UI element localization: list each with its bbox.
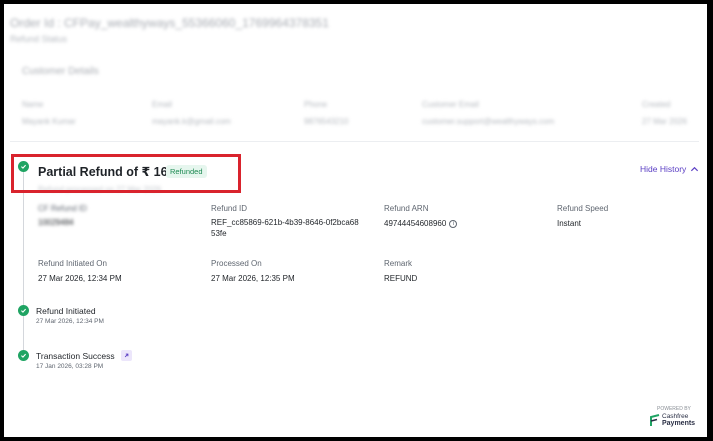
cashfree-logo-icon (650, 413, 660, 426)
hide-history-button[interactable]: Hide History (640, 164, 699, 174)
field-label-refund-speed: Refund Speed (557, 204, 609, 213)
field-value-refund-id: REF_cc85869-621b-4b39-8646-0f2bca6853fe (211, 218, 359, 238)
timeline-event-title: Refund Initiated (36, 306, 96, 316)
customer-value: Mayank Kumar (22, 117, 76, 126)
field-value-remark: REFUND (384, 274, 418, 283)
field-label-processed-on: Processed On (211, 259, 262, 268)
check-circle-icon (18, 350, 29, 361)
chevron-up-icon (691, 166, 699, 171)
refund-details-panel: Order Id : CFPay_wealthyways_55366060_17… (4, 4, 707, 437)
timeline-line (23, 172, 24, 358)
customer-value: 27 Mar 2026 (642, 117, 687, 126)
order-subtitle: Refund Status (10, 34, 68, 44)
customer-header: Customer Email (422, 100, 479, 109)
brand-line-2: Payments (662, 420, 696, 427)
customer-value: 9876543210 (304, 117, 349, 126)
cashfree-logo: Cashfree Payments (650, 413, 695, 427)
cashfree-logo-text: Cashfree Payments (662, 413, 695, 427)
field-label-refund-id: Refund ID (211, 204, 248, 213)
customer-header: Email (152, 100, 173, 109)
section-divider (10, 141, 699, 142)
customer-value: mayank.k@gmail.com (152, 117, 231, 126)
external-link-icon[interactable] (121, 350, 132, 361)
timeline-event-time: 27 Mar 2026, 12:34 PM (36, 318, 104, 325)
customer-details-title: Customer Details (22, 66, 99, 77)
brand-line-1: Cashfree (662, 413, 689, 420)
field-value-cf-refund-id: 10029484 (38, 218, 74, 227)
timeline-event-title: Transaction Success (36, 351, 115, 361)
field-value-processed-on: 27 Mar 2026, 12:35 PM (211, 274, 295, 283)
customer-header: Phone (304, 100, 328, 109)
check-circle-icon (18, 305, 29, 316)
order-id-text: Order Id : CFPay_wealthyways_55366060_17… (10, 16, 329, 30)
customer-header: Created (642, 100, 671, 109)
field-label-remark: Remark (384, 259, 413, 268)
field-value-refund-arn-container: 49744454608960 i (384, 218, 458, 229)
field-label-refund-initiated-on: Refund Initiated On (38, 259, 107, 268)
customer-header: Name (22, 100, 44, 109)
timeline-event-time: 17 Jan 2026, 03:28 PM (36, 363, 104, 370)
powered-by-text: POWERED BY (657, 406, 691, 412)
field-value-refund-initiated-on: 27 Mar 2026, 12:34 PM (38, 274, 122, 283)
highlight-box (11, 154, 241, 193)
field-value-refund-speed: Instant (557, 219, 582, 228)
hide-history-label: Hide History (640, 164, 687, 174)
info-icon[interactable]: i (449, 219, 458, 228)
customer-value: customer.support@wealthyways.com (422, 117, 555, 126)
field-value-refund-arn: 49744454608960 (384, 219, 447, 228)
field-label-cf-refund-id: CF Refund ID (38, 204, 87, 213)
field-label-refund-arn: Refund ARN (384, 204, 429, 213)
